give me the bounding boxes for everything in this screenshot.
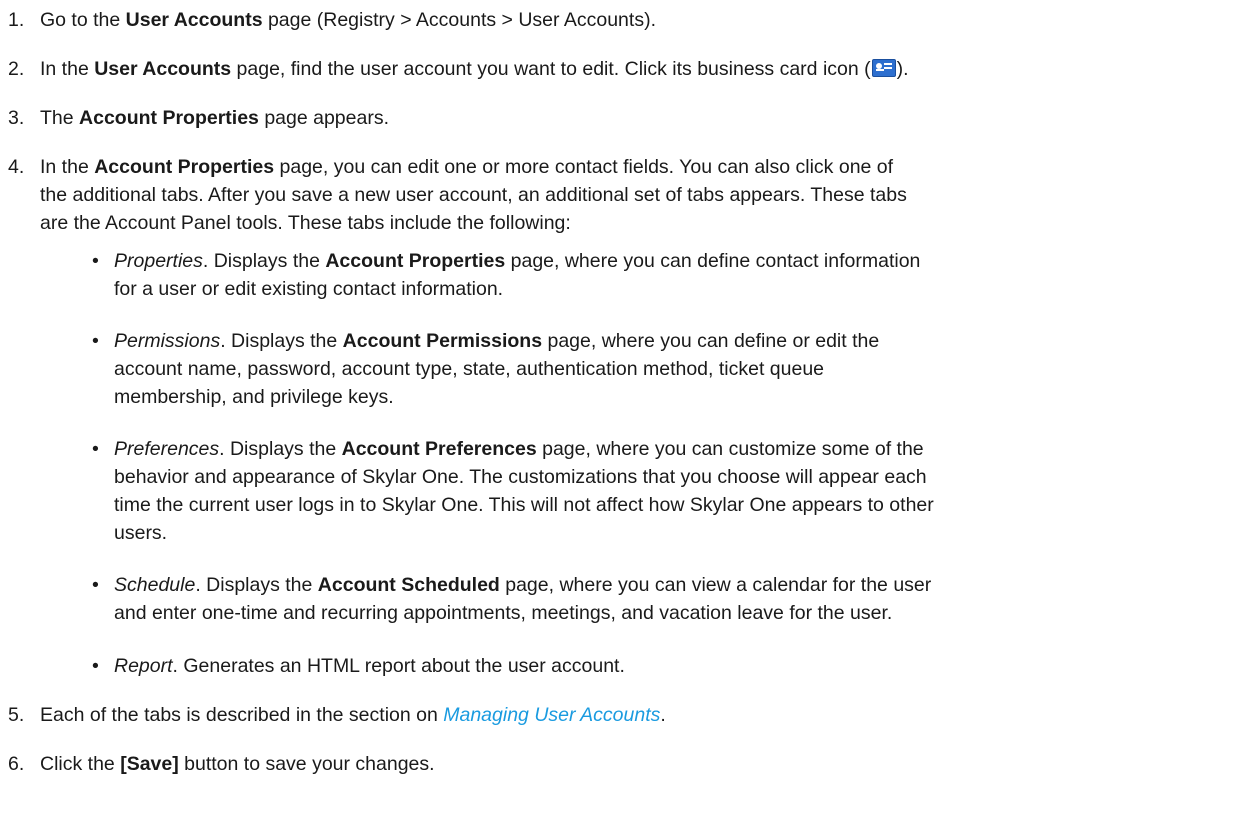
step-number: 6. [8,753,25,775]
step-number: 4. [8,156,25,178]
bullet-text: Report. Generates an HTML report about t… [114,655,625,677]
step-text: In the User Accounts page, find the user… [40,58,909,80]
step-number: 5. [8,704,25,726]
managing-user-accounts-link[interactable]: Managing User Accounts [443,704,660,726]
step-number: 2. [8,58,25,80]
bullet-marker: • [92,655,99,677]
step-text: The Account Properties page appears. [40,107,390,129]
bullet-text: Properties. Displays the Account Propert… [114,250,921,300]
business-card-icon [871,59,896,77]
step-text: In the Account Properties page, you can … [40,156,907,234]
bullet-text: Schedule. Displays the Account Scheduled… [114,574,932,624]
instructions-document: 1. Go to the User Accounts page (Registr… [0,0,1236,824]
bullet-marker: • [92,574,99,596]
bullet-marker: • [92,250,99,272]
step-text: Each of the tabs is described in the sec… [40,704,666,726]
bullet-marker: • [92,330,99,352]
step-text: Click the [Save] button to save your cha… [40,753,435,775]
bullet-text: Preferences. Displays the Account Prefer… [114,438,934,544]
step-number: 3. [8,107,25,129]
bullet-text: Permissions. Displays the Account Permis… [114,330,880,408]
step-text: Go to the User Accounts page (Registry >… [40,9,656,31]
bullet-marker: • [92,438,99,460]
step-number: 1. [8,9,25,31]
